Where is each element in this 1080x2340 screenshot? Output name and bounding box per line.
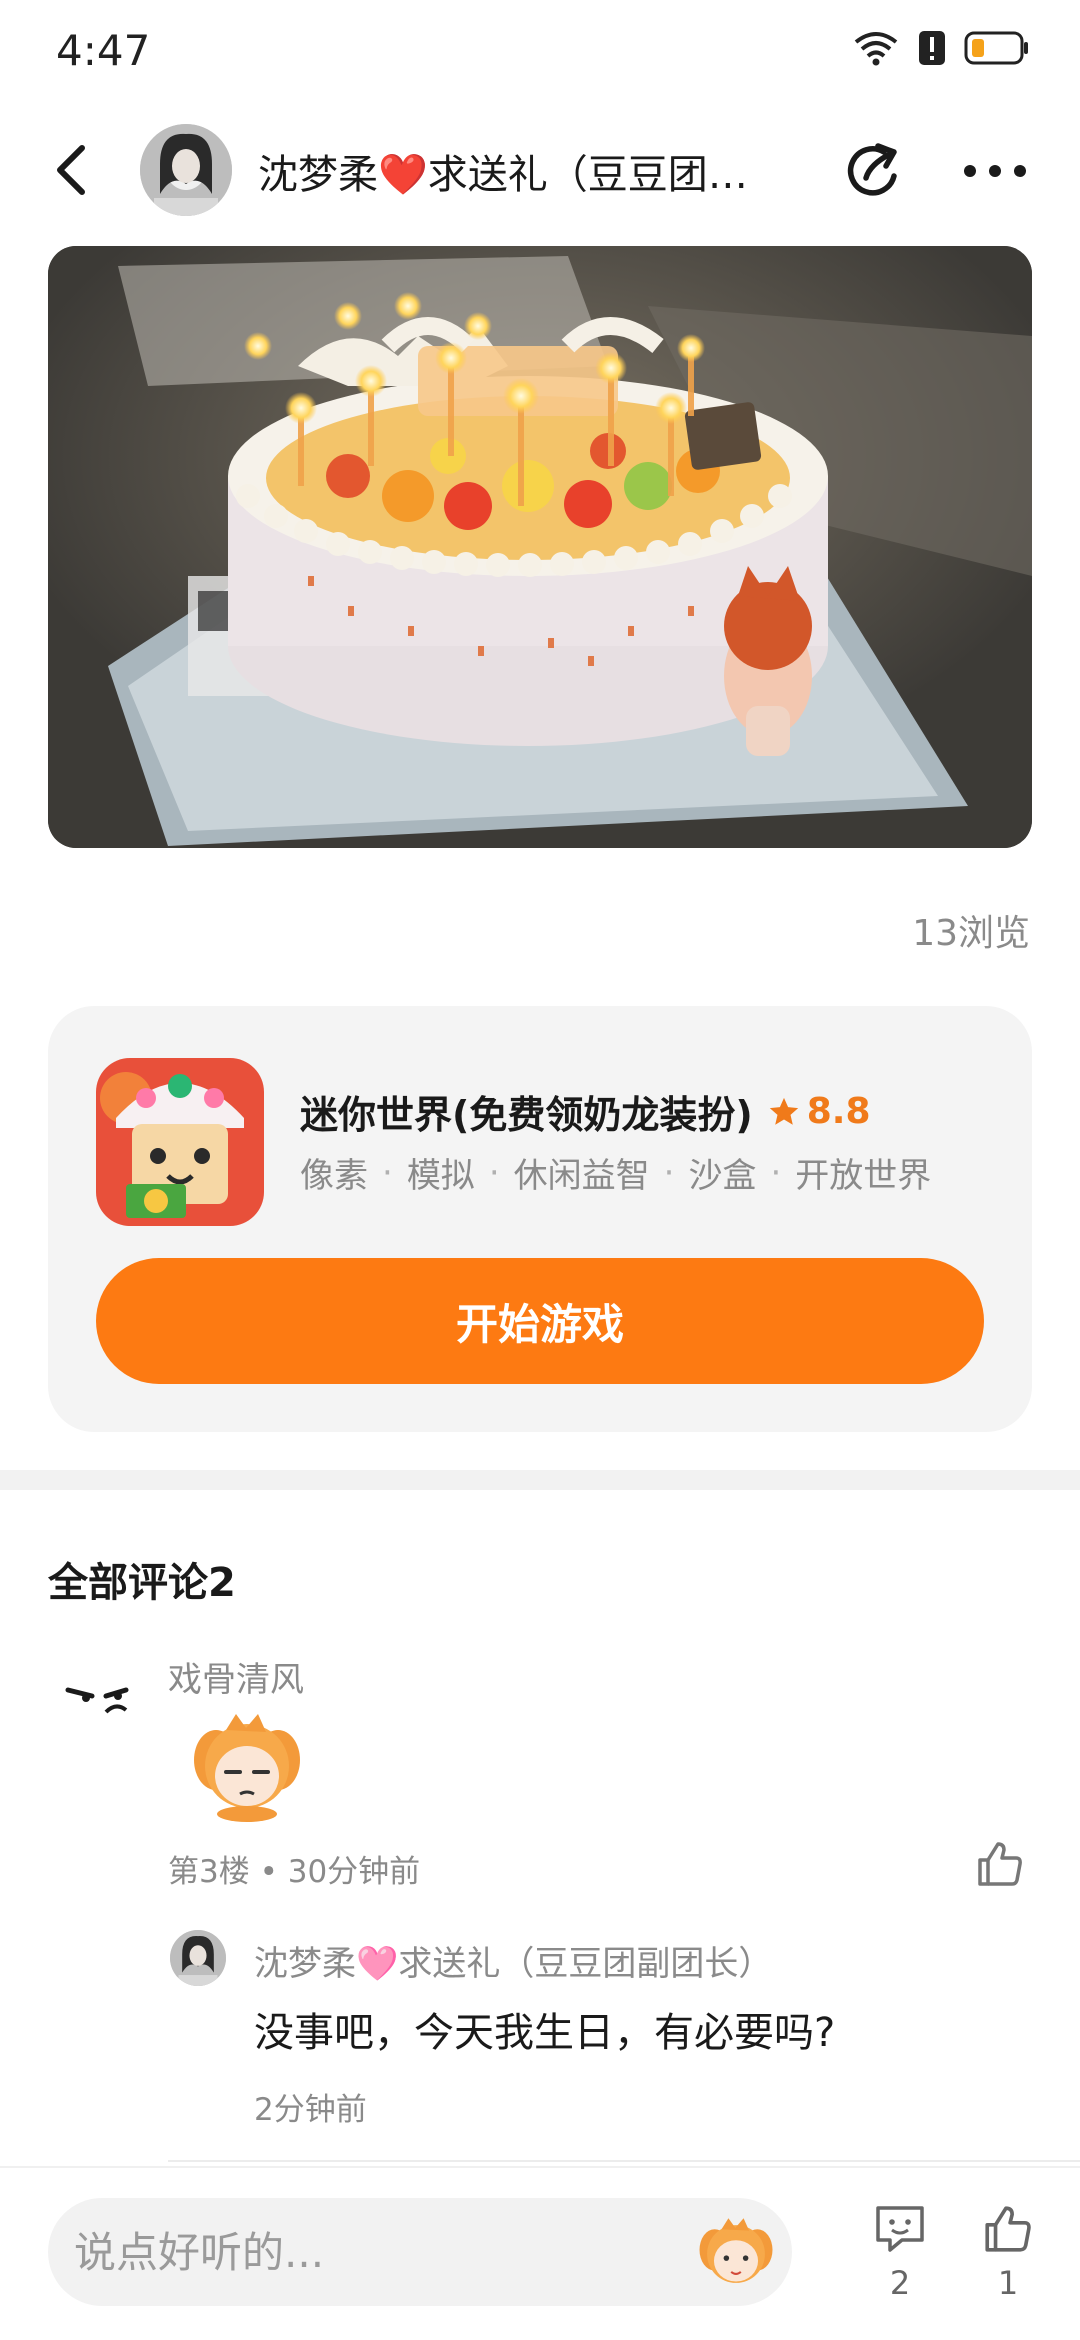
- status-bar: 4:47: [0, 0, 1080, 100]
- sticker-image: [186, 1710, 308, 1822]
- comment-count-button[interactable]: 2: [868, 2202, 932, 2302]
- cake-photo-image: [48, 246, 1032, 848]
- tag-separator: ·: [663, 1152, 675, 1193]
- more-dots-icon: [964, 165, 1026, 177]
- thumbs-up-icon: [978, 1842, 1022, 1886]
- tag-separator: ·: [770, 1152, 782, 1193]
- share-icon: [847, 143, 897, 196]
- comment-separator: [168, 2160, 1080, 2162]
- more-button[interactable]: [960, 136, 1030, 206]
- game-card[interactable]: 迷你世界(免费领奶龙装扮) 8.8 像素 · 模拟 · 休闲益智 · 沙盒 · …: [48, 1006, 1032, 1432]
- like-count-button[interactable]: 1: [976, 2202, 1040, 2302]
- game-title[interactable]: 迷你世界(免费领奶龙装扮): [300, 1084, 753, 1139]
- game-tag: 像素: [300, 1156, 368, 1196]
- emoji-sticker-button[interactable]: [694, 2212, 778, 2296]
- sticker-icon: [699, 2218, 773, 2283]
- header: 沈梦柔❤️求送礼（豆豆团副团长）: [0, 110, 1080, 230]
- comment-input[interactable]: [48, 2198, 792, 2306]
- section-divider: [0, 1470, 1080, 1490]
- like-count: 1: [997, 2264, 1019, 2302]
- game-rating: 8.8: [767, 1091, 871, 1132]
- game-tags: 像素 · 模拟 · 休闲益智 · 沙盒 · 开放世界: [300, 1148, 931, 1197]
- commenter-avatar[interactable]: [48, 1646, 148, 1746]
- post-photo[interactable]: [48, 246, 1032, 848]
- status-icons: [852, 30, 1030, 66]
- comment-icon: [876, 2206, 924, 2252]
- bottom-bar: 2 1: [0, 2166, 1080, 2340]
- author-avatar[interactable]: [140, 124, 232, 216]
- star-icon: [769, 1097, 798, 1125]
- reply-text: 没事吧，今天我生日，有必要吗?: [254, 2010, 836, 2056]
- game-app-icon[interactable]: [96, 1058, 264, 1226]
- start-game-button[interactable]: 开始游戏: [96, 1258, 984, 1384]
- tag-separator: ·: [488, 1152, 500, 1193]
- post-author-title[interactable]: 沈梦柔❤️求送礼（豆豆团副团长）: [258, 142, 778, 200]
- battery-icon: [964, 31, 1030, 65]
- view-count: 13浏览: [912, 913, 1030, 954]
- rating-value: 8.8: [806, 1091, 871, 1132]
- comment-meta: 第3楼 • 30分钟前: [168, 1854, 421, 1890]
- tag-separator: ·: [382, 1152, 393, 1193]
- comment-author[interactable]: 戏骨清风: [168, 1652, 304, 1701]
- back-button[interactable]: [40, 138, 100, 202]
- game-tag: 沙盒: [688, 1156, 757, 1196]
- reply-avatar[interactable]: [170, 1930, 226, 1986]
- reply-author[interactable]: 沈梦柔🩷求送礼（豆豆团副团长）: [254, 1936, 772, 1985]
- status-time: 4:47: [56, 26, 151, 75]
- game-tag: 休闲益智: [513, 1156, 650, 1196]
- game-title-row: 迷你世界(免费领奶龙装扮) 8.8: [300, 1084, 871, 1139]
- game-tag: 模拟: [406, 1156, 475, 1196]
- game-tag: 开放世界: [795, 1156, 932, 1196]
- share-button[interactable]: [840, 136, 910, 206]
- comment-like-button[interactable]: [974, 1838, 1030, 1894]
- back-arrow-icon: [57, 145, 85, 195]
- wifi-icon: [852, 30, 900, 66]
- alert-icon: [918, 30, 946, 66]
- thumbs-up-icon: [985, 2206, 1031, 2252]
- comment-count: 2: [889, 2264, 911, 2302]
- reply-time: 2分钟前: [254, 2092, 367, 2128]
- comments-heading: 全部评论2: [48, 1560, 236, 1606]
